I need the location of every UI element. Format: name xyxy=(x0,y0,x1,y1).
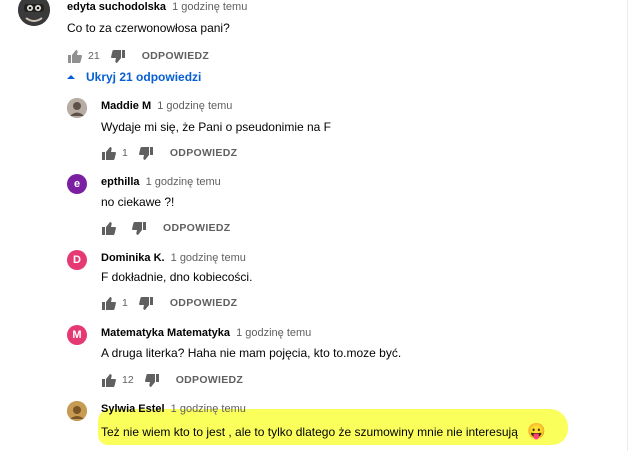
reply-button[interactable]: ODPOWIEDZ xyxy=(142,50,209,62)
like-count: 12 xyxy=(122,374,134,386)
like-icon[interactable] xyxy=(101,373,117,387)
comment-thread: edyta suchodolska 1 godzinę temu Co to z… xyxy=(0,0,640,70)
tongue-emoji-icon: 😛 xyxy=(527,423,546,440)
dislike-icon[interactable] xyxy=(138,146,154,160)
avatar[interactable] xyxy=(67,98,87,118)
user-avatar-icon xyxy=(67,401,87,421)
like-count: 21 xyxy=(88,50,100,62)
comment-actions: 21 ODPOWIEDZ xyxy=(67,49,209,63)
comment-header: Sylwia Estel 1 godzinę temu xyxy=(101,403,246,415)
user-avatar-icon xyxy=(67,98,87,118)
timestamp[interactable]: 1 godzinę temu xyxy=(157,100,232,112)
reply-button[interactable]: ODPOWIEDZ xyxy=(176,374,243,386)
like-icon[interactable] xyxy=(101,221,117,235)
hide-replies-label: Ukryj 21 odpowiedzi xyxy=(86,70,202,84)
author-name[interactable]: Matematyka Matematyka xyxy=(101,327,230,339)
dislike-icon[interactable] xyxy=(144,373,160,387)
comment-text: Co to za czerwonowłosa pani? xyxy=(67,21,230,35)
avatar[interactable] xyxy=(18,0,50,26)
like-icon[interactable] xyxy=(101,146,117,160)
dislike-icon[interactable] xyxy=(131,221,147,235)
avatar[interactable] xyxy=(67,401,87,421)
user-avatar-icon xyxy=(18,0,50,26)
comment-header: Maddie M 1 godzinę temu xyxy=(101,100,232,112)
timestamp[interactable]: 1 godzinę temu xyxy=(236,327,311,339)
like-icon[interactable] xyxy=(67,49,83,63)
comment-header: edyta suchodolska 1 godzinę temu xyxy=(67,1,247,13)
avatar[interactable]: D xyxy=(67,250,87,270)
avatar-letter: M xyxy=(72,329,82,341)
comment-actions: 12 ODPOWIEDZ xyxy=(101,373,243,387)
comment-header: epthilla 1 godzinę temu xyxy=(101,176,221,188)
avatar[interactable]: e xyxy=(67,174,87,194)
comment-text-content: Też nie wiem kto to jest , ale to tylko … xyxy=(101,425,518,439)
dislike-icon[interactable] xyxy=(110,49,126,63)
reply-button[interactable]: ODPOWIEDZ xyxy=(170,297,237,309)
timestamp[interactable]: 1 godzinę temu xyxy=(172,1,247,13)
avatar-letter: D xyxy=(73,254,81,266)
like-icon[interactable] xyxy=(101,296,117,310)
dislike-icon[interactable] xyxy=(138,296,154,310)
comment-actions: 1 ODPOWIEDZ xyxy=(101,296,237,310)
reply-button[interactable]: ODPOWIEDZ xyxy=(170,147,237,159)
comment-text: F dokładnie, dno kobiecości. xyxy=(101,270,253,284)
author-name[interactable]: epthilla xyxy=(101,176,140,188)
author-name[interactable]: Maddie M xyxy=(101,100,151,112)
like-count: 1 xyxy=(122,147,128,159)
timestamp[interactable]: 1 godzinę temu xyxy=(171,252,246,264)
comment-text: A druga literka? Haha nie mam pojęcia, k… xyxy=(101,346,402,360)
author-name[interactable]: Sylwia Estel xyxy=(101,403,165,415)
chevron-up-icon xyxy=(67,75,75,79)
author-name[interactable]: Dominika K. xyxy=(101,252,165,264)
author-name[interactable]: edyta suchodolska xyxy=(67,1,166,13)
avatar[interactable]: M xyxy=(67,325,87,345)
comment-header: Dominika K. 1 godzinę temu xyxy=(101,252,246,264)
comment-text: Też nie wiem kto to jest , ale to tylko … xyxy=(101,422,546,440)
timestamp[interactable]: 1 godzinę temu xyxy=(146,176,221,188)
comment-text: no ciekawe ?! xyxy=(101,195,175,209)
divider xyxy=(627,0,628,451)
comment-header: Matematyka Matematyka 1 godzinę temu xyxy=(101,327,311,339)
comment-text: Wydaje mi się, że Pani o pseudonimie na … xyxy=(101,120,332,134)
reply-button[interactable]: ODPOWIEDZ xyxy=(163,222,230,234)
hide-replies-button[interactable]: Ukryj 21 odpowiedzi xyxy=(66,70,201,84)
avatar-letter: e xyxy=(73,178,81,190)
comment-actions: ODPOWIEDZ xyxy=(101,221,230,235)
timestamp[interactable]: 1 godzinę temu xyxy=(171,403,246,415)
like-count: 1 xyxy=(122,297,128,309)
comment-actions: 1 ODPOWIEDZ xyxy=(101,146,237,160)
